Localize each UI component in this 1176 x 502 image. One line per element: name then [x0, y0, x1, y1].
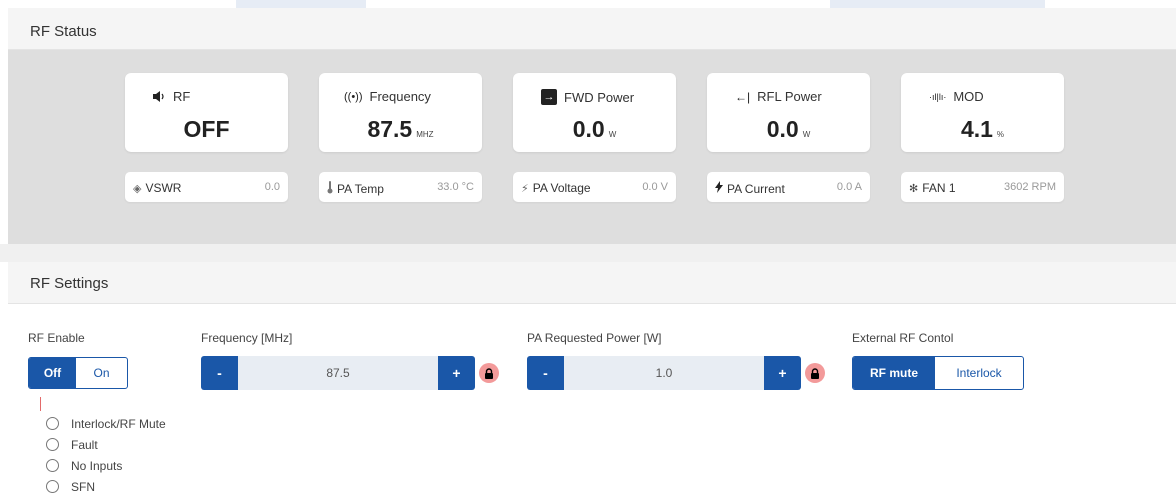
- card-rfl-power-value: 0.0 W: [766, 116, 811, 142]
- radio-circle[interactable]: [46, 459, 59, 472]
- card-mod-value: 4.1%: [960, 116, 1005, 142]
- card-mod: ·ıl|lı· MOD 4.1%: [901, 73, 1064, 152]
- pill-pa-temp-label: PA Temp: [337, 182, 384, 196]
- card-rfl-power-title: RFL Power: [757, 89, 822, 104]
- card-rfl-power-unit: W: [802, 130, 811, 139]
- card-frequency: ((•)) Frequency 87.5 MHZ: [319, 73, 482, 152]
- radio-circle[interactable]: [46, 480, 59, 493]
- lock-icon: [485, 367, 493, 379]
- rf-enable-off-button[interactable]: Off: [29, 358, 76, 388]
- card-fwd-power-unit: W: [608, 130, 617, 139]
- voltage-icon: ⚡: [521, 182, 529, 195]
- pill-vswr: ◈ VSWR 0.0: [125, 172, 288, 202]
- pill-fan-1-value: 3602 RPM: [1004, 181, 1056, 193]
- pa-power-stepper: - 1.0 +: [527, 356, 825, 390]
- rf-status-title: RF Status: [30, 23, 97, 40]
- card-mod-unit: %: [996, 130, 1005, 139]
- radio-sfn[interactable]: SFN: [46, 476, 166, 497]
- radio-label: Fault: [71, 437, 98, 452]
- frequency-stepper: - 87.5 +: [201, 356, 499, 390]
- frequency-label: Frequency [MHz]: [201, 331, 293, 345]
- arrow-right-box-icon: →: [541, 89, 557, 105]
- rf-status-header: RF Status: [8, 8, 1176, 50]
- card-mod-title: MOD: [953, 89, 984, 104]
- section-gap: [0, 244, 1176, 262]
- rf-enable-toggle: Off On: [28, 357, 128, 389]
- card-rf: RF OFF: [125, 73, 288, 152]
- radio-no-inputs[interactable]: No Inputs: [46, 455, 166, 476]
- thermometer-icon: [327, 181, 333, 197]
- card-rfl-power: ←| RFL Power 0.0 W: [707, 73, 870, 152]
- external-rf-label: External RF Contol: [852, 331, 954, 345]
- card-rf-value: OFF: [183, 116, 230, 142]
- pill-pa-temp-value: 33.0 °C: [437, 181, 474, 193]
- lock-icon: [811, 367, 819, 379]
- card-fwd-power-value: 0.0 W: [572, 116, 617, 142]
- speaker-icon: [153, 91, 166, 102]
- pill-vswr-value: 0.0: [264, 181, 280, 193]
- waveform-icon: ·ıl|lı·: [929, 91, 947, 102]
- radio-interlock-rf-mute[interactable]: Interlock/RF Mute: [46, 413, 166, 434]
- radio-circle[interactable]: [46, 417, 59, 430]
- pill-pa-voltage-value: 0.0 V: [642, 181, 668, 193]
- arrow-left-bar-icon: ←|: [735, 89, 751, 104]
- pill-vswr-label: VSWR: [145, 181, 182, 195]
- pa-power-lock-button[interactable]: [805, 363, 825, 383]
- frequency-lock-button[interactable]: [479, 363, 499, 383]
- rf-settings-title: RF Settings: [30, 275, 109, 292]
- pa-power-increment-button[interactable]: +: [764, 356, 801, 390]
- pill-pa-current-value: 0.0 A: [836, 181, 862, 193]
- card-frequency-value: 87.5 MHZ: [367, 116, 434, 142]
- broadcast-icon: ((•)): [344, 90, 363, 103]
- rf-enable-on-button[interactable]: On: [76, 358, 127, 388]
- pill-pa-temp: PA Temp 33.0 °C: [319, 172, 482, 202]
- frequency-increment-button[interactable]: +: [438, 356, 475, 390]
- rf-settings-header: RF Settings: [8, 262, 1176, 304]
- pill-pa-current: PA Current 0.0 A: [707, 172, 870, 202]
- external-rf-toggle: RF mute Interlock: [852, 356, 1024, 390]
- rf-enable-indicator: [40, 397, 41, 411]
- radio-label: Interlock/RF Mute: [71, 416, 166, 431]
- pa-power-input[interactable]: 1.0: [564, 356, 764, 390]
- pill-fan-1-label: FAN 1: [922, 181, 956, 195]
- card-fwd-power: → FWD Power 0.0 W: [513, 73, 676, 152]
- radio-label: SFN: [71, 479, 95, 494]
- pill-pa-voltage-label: PA Voltage: [532, 181, 591, 195]
- radio-fault[interactable]: Fault: [46, 434, 166, 455]
- rf-mute-button[interactable]: RF mute: [853, 357, 935, 389]
- input-source-radio-group: Interlock/RF Mute Fault No Inputs SFN: [46, 413, 166, 497]
- bolt-icon: [715, 181, 723, 196]
- frequency-decrement-button[interactable]: -: [201, 356, 238, 390]
- pill-pa-current-label: PA Current: [727, 181, 785, 196]
- card-frequency-title: Frequency: [369, 89, 431, 104]
- radio-label: No Inputs: [71, 458, 123, 473]
- card-rf-title: RF: [173, 89, 191, 104]
- pa-power-label: PA Requested Power [W]: [527, 331, 662, 345]
- pa-power-decrement-button[interactable]: -: [527, 356, 564, 390]
- interlock-button[interactable]: Interlock: [935, 357, 1023, 389]
- frequency-input[interactable]: 87.5: [238, 356, 438, 390]
- vswr-icon: ◈: [133, 182, 142, 195]
- radio-circle[interactable]: [46, 438, 59, 451]
- pill-pa-voltage: ⚡ PA Voltage 0.0 V: [513, 172, 676, 202]
- pill-fan-1: ✻ FAN 1 3602 RPM: [901, 172, 1064, 202]
- card-frequency-unit: MHZ: [416, 130, 434, 139]
- fan-icon: ✻: [909, 182, 919, 195]
- card-fwd-power-title: FWD Power: [564, 89, 635, 105]
- top-strip: [0, 0, 1176, 8]
- rf-enable-label: RF Enable: [28, 331, 85, 345]
